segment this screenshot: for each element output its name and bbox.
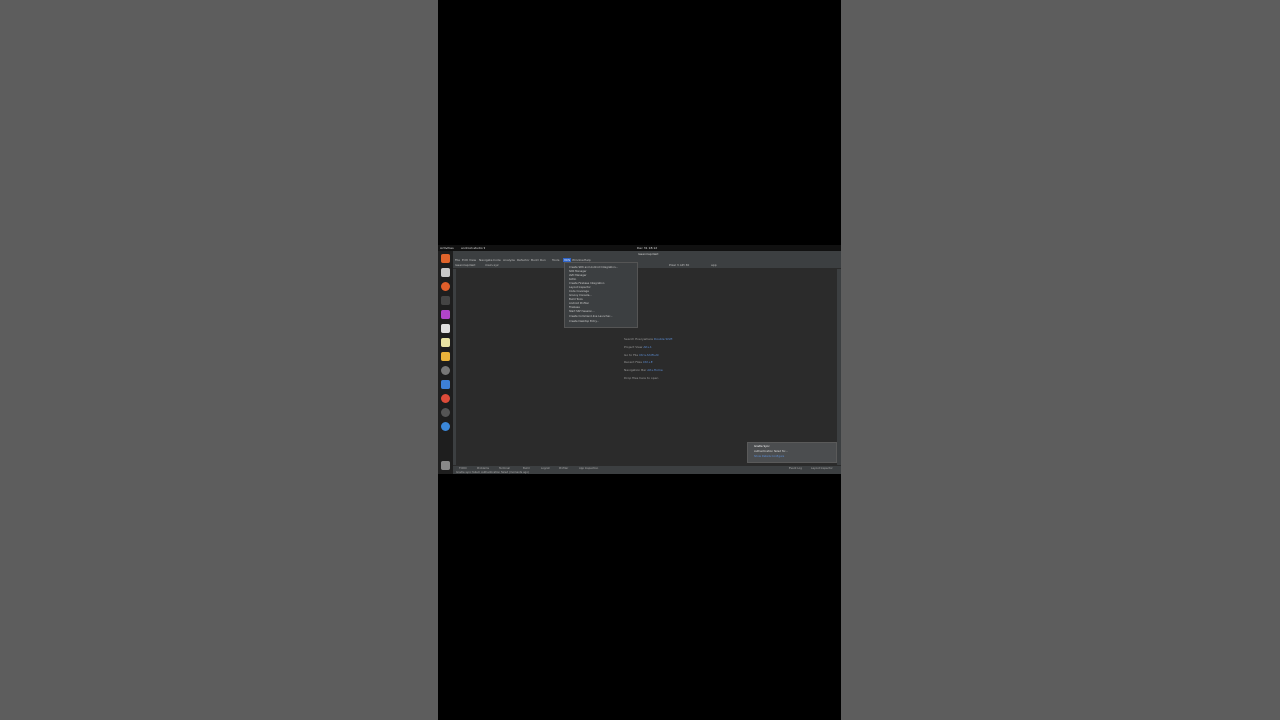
ide-title: lasanirapdieit xyxy=(638,252,659,256)
notification-title: Gradle Sync xyxy=(754,445,770,448)
menu-item[interactable]: Create SDK and Android Integration... xyxy=(569,266,618,269)
tools-dropdown-menu: Create SDK and Android Integration... SD… xyxy=(564,262,638,328)
layout-inspector-button[interactable]: Layout Inspector xyxy=(811,467,833,470)
menu-item[interactable]: SDK Manager xyxy=(569,270,587,273)
project-name[interactable]: lasanirapdieit xyxy=(455,263,475,267)
media-player-icon[interactable] xyxy=(441,310,450,319)
editor-icon[interactable] xyxy=(441,380,450,389)
right-tool-strip[interactable] xyxy=(837,269,841,465)
blurred-background-left xyxy=(0,0,438,720)
menu-item[interactable]: Firebase xyxy=(569,306,580,309)
editor-area xyxy=(456,269,837,465)
run-config-selector[interactable]: app xyxy=(711,263,717,267)
hint-search-everywhere: Search Everywhere Double Shift xyxy=(624,337,673,341)
notification-balloon[interactable]: Gradle Sync Authentication failed for...… xyxy=(747,442,837,463)
hint-go-to-file: Go to File Ctrl+Shift+N xyxy=(624,353,659,357)
menu-item[interactable]: Groovy Console... xyxy=(569,294,592,297)
terminal-icon[interactable] xyxy=(441,296,450,305)
menu-item[interactable]: Build Tools xyxy=(569,298,583,301)
files-icon[interactable] xyxy=(441,268,450,277)
clock[interactable]: Dec 31 18:12 xyxy=(637,246,657,250)
notification-text: Authentication failed for... xyxy=(754,450,788,453)
device-selector[interactable]: Pixel 3 API 30 xyxy=(669,263,689,267)
ubuntu-software-icon[interactable] xyxy=(441,254,450,263)
activities-button[interactable]: Activities xyxy=(440,246,454,250)
menu-item[interactable]: Create Firebase Integration xyxy=(569,282,604,285)
tool-tab-problems[interactable]: Problems xyxy=(477,467,489,470)
show-applications-icon[interactable] xyxy=(441,461,450,470)
notification-link[interactable]: Show Details Configure xyxy=(754,455,784,458)
archive-icon[interactable] xyxy=(441,352,450,361)
hint-drop-files: Drop files here to open xyxy=(624,376,659,380)
tool-tab-app-inspection[interactable]: App Inspection xyxy=(579,467,598,470)
settings-icon[interactable] xyxy=(441,366,450,375)
tool-tab-todo[interactable]: TODO xyxy=(459,467,467,470)
clock-app-icon[interactable] xyxy=(441,408,450,417)
tool-tab-build[interactable]: Build xyxy=(523,467,530,470)
menu-item[interactable]: Layout Inspector xyxy=(569,286,591,289)
notes-icon[interactable] xyxy=(441,338,450,347)
event-log-button[interactable]: Event Log xyxy=(789,467,802,470)
hint-project-view: Project View Alt+1 xyxy=(624,345,652,349)
menu-item[interactable]: Start SSH Session... xyxy=(569,310,595,313)
breadcrumb[interactable]: main.xyz xyxy=(485,263,499,267)
menu-item[interactable]: Create Command-line Launcher... xyxy=(569,315,613,318)
android-studio-icon[interactable] xyxy=(441,422,450,431)
tool-tab-logcat[interactable]: Logcat xyxy=(541,467,550,470)
ide-toolbar: lasanirapdieit main.xyz Pixel 3 API 30 a… xyxy=(453,262,841,269)
menu-item[interactable]: Code Coverage xyxy=(569,290,589,293)
status-message: Gradle sync failed: Authentication faile… xyxy=(456,471,529,474)
blurred-background-right xyxy=(841,0,1280,720)
firefox-icon[interactable] xyxy=(441,282,450,291)
text-editor-icon[interactable] xyxy=(441,324,450,333)
hint-recent-files: Recent Files Ctrl+E xyxy=(624,360,653,364)
desktop-screen: Activities android-studio ▾ Dec 31 18:12… xyxy=(438,245,841,474)
hint-navigation-bar: Navigation Bar Alt+Home xyxy=(624,368,663,372)
tool-tab-terminal[interactable]: Terminal xyxy=(499,467,510,470)
chrome-icon[interactable] xyxy=(441,394,450,403)
menu-item[interactable]: Create Desktop Entry... xyxy=(569,320,599,323)
tool-tab-profiler[interactable]: Profiler xyxy=(559,467,568,470)
menu-item[interactable]: Android Profiler xyxy=(569,302,589,305)
ubuntu-dock xyxy=(438,251,453,474)
menu-item[interactable]: Kotlin xyxy=(569,278,576,281)
menu-item[interactable]: AVD Manager xyxy=(569,274,587,277)
app-menu[interactable]: android-studio ▾ xyxy=(461,246,485,250)
status-bar: TODO Problems Terminal Build Logcat Prof… xyxy=(453,465,841,474)
